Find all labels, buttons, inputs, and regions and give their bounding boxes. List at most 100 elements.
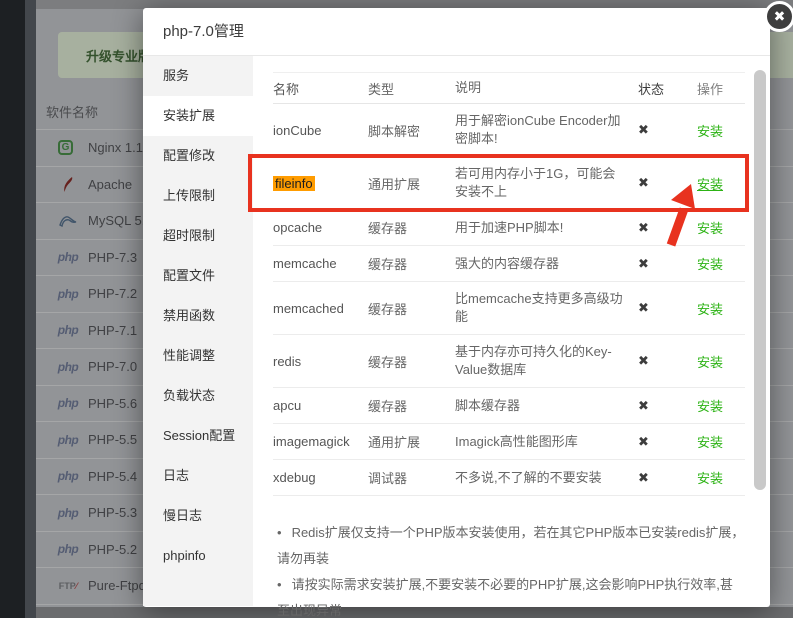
extension-type-cell: 缓存器 [368, 396, 455, 415]
extension-name-cell: opcache [273, 220, 368, 235]
extension-desc-cell: 基于内存亦可持久化的Key-Value数据库 [455, 343, 632, 379]
php-manage-dialog: ✖ php-7.0管理 服务安装扩展配置修改上传限制超时限制配置文件禁用函数性能… [143, 8, 770, 607]
extension-action-cell: 安装 [692, 218, 745, 237]
dialog-title: php-7.0管理 [143, 8, 770, 56]
extension-action-cell: 安装 [692, 254, 745, 273]
extension-action-cell: 安装 [692, 174, 745, 193]
extension-name-cell: xdebug [273, 470, 368, 485]
extension-status-cell: ✖ [632, 175, 692, 191]
extension-type-cell: 缓存器 [368, 254, 455, 273]
scrollbar-thumb[interactable] [754, 70, 766, 490]
extension-type-cell: 调试器 [368, 468, 455, 487]
extension-row: xdebug 调试器不多说,不了解的不要安装 ✖ 安装 [273, 460, 745, 496]
extension-desc-cell: 强大的内容缓存器 [455, 255, 632, 273]
extension-desc-cell: 用于加速PHP脚本! [455, 219, 632, 237]
extension-name-cell: ionCube [273, 123, 368, 138]
extension-status-cell: ✖ [632, 470, 692, 486]
install-link[interactable]: 安装 [697, 221, 723, 236]
extension-desc-cell: 比memcache支持更多高级功能 [455, 290, 632, 326]
extension-status-cell: ✖ [632, 256, 692, 272]
extension-name: apcu [273, 398, 301, 413]
extension-desc-cell: 不多说,不了解的不要安装 [455, 469, 632, 487]
menu-item-config-edit[interactable]: 配置修改 [143, 136, 253, 176]
not-installed-icon: ✖ [638, 353, 649, 368]
not-installed-icon: ✖ [638, 470, 649, 485]
extension-table: 名称类型说明状态操作 ionCube脚本解密用于解密ionCube Encode… [273, 72, 745, 496]
menu-item-service[interactable]: 服务 [143, 56, 253, 96]
extension-action-cell: 安装 [692, 396, 745, 415]
install-link[interactable]: 安装 [697, 435, 723, 450]
extension-name: memcached [273, 301, 344, 316]
extension-type-cell: 通用扩展 [368, 432, 455, 451]
extension-status-cell: ✖ [632, 434, 692, 450]
column-header: 名称 [273, 79, 368, 98]
install-link[interactable]: 安装 [697, 471, 723, 486]
column-header: 类型 [368, 79, 455, 98]
menu-item-performance[interactable]: 性能调整 [143, 336, 253, 376]
dialog-menu: 服务安装扩展配置修改上传限制超时限制配置文件禁用函数性能调整负载状态Sessio… [143, 56, 253, 606]
extension-row: imagemagick通用扩展Imagick高性能图形库✖安装 [273, 424, 745, 460]
not-installed-icon: ✖ [638, 175, 649, 190]
extension-status-cell: ✖ [632, 398, 692, 414]
extension-name: opcache [273, 220, 322, 235]
menu-item-load-status[interactable]: 负载状态 [143, 376, 253, 416]
extension-row: redis 缓存器基于内存亦可持久化的Key-Value数据库 ✖ 安装 [273, 335, 745, 388]
install-link[interactable]: 安装 [697, 355, 723, 370]
not-installed-icon: ✖ [638, 398, 649, 413]
extension-type-cell: 缓存器 [368, 352, 455, 371]
install-link[interactable]: 安装 [697, 257, 723, 272]
note-item: Redis扩展仅支持一个PHP版本安装使用，若在其它PHP版本已安装redis扩… [277, 520, 745, 572]
extension-row: apcu缓存器脚本缓存器✖安装 [273, 388, 745, 424]
dialog-content: 名称类型说明状态操作 ionCube脚本解密用于解密ionCube Encode… [253, 56, 770, 606]
extension-type-cell: 缓存器 [368, 218, 455, 237]
not-installed-icon: ✖ [638, 122, 649, 137]
column-header: 说明 [455, 79, 632, 97]
menu-item-slow-log[interactable]: 慢日志 [143, 496, 253, 536]
install-link[interactable]: 安装 [697, 302, 723, 317]
menu-item-log[interactable]: 日志 [143, 456, 253, 496]
extension-status-cell: ✖ [632, 220, 692, 236]
extension-name-cell: redis [273, 354, 368, 369]
extension-desc-cell: 若可用内存小于1G，可能会安装不上 [455, 165, 632, 201]
not-installed-icon: ✖ [638, 220, 649, 235]
menu-item-install-ext[interactable]: 安装扩展 [143, 96, 253, 136]
extension-name: imagemagick [273, 434, 350, 449]
extension-status-cell: ✖ [632, 300, 692, 316]
extension-name-cell: imagemagick [273, 434, 368, 449]
menu-item-config-file[interactable]: 配置文件 [143, 256, 253, 296]
close-button[interactable]: ✖ [764, 1, 793, 32]
extension-action-cell: 安装 [692, 468, 745, 487]
menu-item-upload-limit[interactable]: 上传限制 [143, 176, 253, 216]
extension-row: fileinfo通用扩展若可用内存小于1G，可能会安装不上✖安装 [273, 157, 745, 210]
install-link[interactable]: 安装 [697, 124, 723, 139]
extension-name: redis [273, 354, 301, 369]
extension-desc-cell: 用于解密ionCube Encoder加密脚本! [455, 112, 632, 148]
extension-status-cell: ✖ [632, 122, 692, 138]
extension-type-cell: 脚本解密 [368, 121, 455, 140]
extension-type-cell: 缓存器 [368, 299, 455, 318]
not-installed-icon: ✖ [638, 434, 649, 449]
not-installed-icon: ✖ [638, 256, 649, 271]
extension-name: ionCube [273, 123, 321, 138]
menu-item-disabled-functions[interactable]: 禁用函数 [143, 296, 253, 336]
extension-row: memcached 缓存器比memcache支持更多高级功能 ✖ 安装 [273, 282, 745, 335]
extension-name-cell: apcu [273, 398, 368, 413]
menu-item-session-config[interactable]: Session配置 [143, 416, 253, 456]
extension-row: opcache 缓存器用于加速PHP脚本! ✖ 安装 [273, 210, 745, 246]
screen: 升级专业版，所 软件名称 GNginx 1.15.ApacheMySQL 5.5… [0, 0, 793, 618]
extension-status-cell: ✖ [632, 353, 692, 369]
extension-action-cell: 安装 [692, 352, 745, 371]
extension-name: fileinfo [273, 176, 315, 191]
extension-row: memcache 缓存器强大的内容缓存器 ✖ 安装 [273, 246, 745, 282]
menu-item-timeout-limit[interactable]: 超时限制 [143, 216, 253, 256]
extension-name-cell: memcached [273, 301, 368, 316]
menu-item-phpinfo[interactable]: phpinfo [143, 536, 253, 576]
column-header: 状态 [632, 79, 692, 98]
note-item: 请按实际需求安装扩展,不要安装不必要的PHP扩展,这会影响PHP执行效率,甚至出… [277, 572, 745, 618]
extension-name: memcache [273, 256, 337, 271]
extension-name: xdebug [273, 470, 316, 485]
not-installed-icon: ✖ [638, 300, 649, 315]
close-icon: ✖ [774, 8, 786, 24]
install-link[interactable]: 安装 [697, 399, 723, 414]
install-link[interactable]: 安装 [697, 177, 723, 192]
